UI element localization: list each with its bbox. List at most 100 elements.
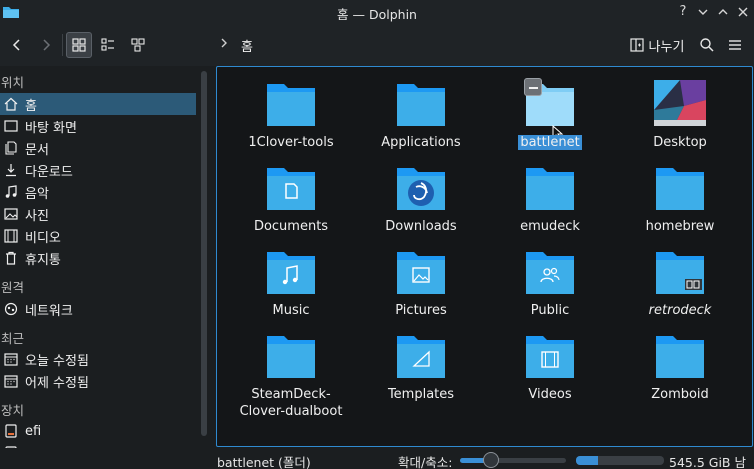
- file-name: Desktop: [653, 135, 707, 150]
- calendar-icon: [3, 373, 19, 389]
- desktop-thumbnail-icon: [654, 80, 706, 126]
- file-name: 1Clover-tools: [248, 135, 334, 150]
- minimize-icon[interactable]: [694, 3, 712, 21]
- disk-usage-fill: [576, 456, 598, 465]
- video-icon: [3, 228, 19, 244]
- selection-status: battlenet (폴더): [217, 455, 311, 469]
- section-places-title: 위치: [1, 75, 25, 90]
- file-name: Pictures: [395, 303, 447, 318]
- calendar-icon: [3, 351, 19, 367]
- sidebar-item-label: 다운로드: [25, 164, 73, 180]
- file-name: Videos: [528, 387, 572, 402]
- title-bar: 홈 — Dolphin ?: [0, 0, 754, 24]
- file-name: Music: [272, 303, 310, 318]
- sidebar-item-label: 바탕 화면: [25, 120, 77, 136]
- breadcrumb-chevron-icon[interactable]: [219, 36, 229, 54]
- sidebar-item-documents[interactable]: 문서: [0, 137, 196, 159]
- sidebar-item-label: 사진: [25, 208, 49, 224]
- sidebar-item-network[interactable]: 네트워크: [0, 298, 196, 320]
- file-name: Downloads: [385, 219, 457, 234]
- sidebar-item-label: 홈: [25, 98, 37, 114]
- details-view-icon: [131, 38, 145, 52]
- disk-usage-bar[interactable]: [576, 456, 664, 465]
- section-recent-title: 최근: [1, 331, 25, 346]
- sidebar-item-label: 네트워크: [25, 303, 73, 319]
- folder-icon: [656, 336, 704, 378]
- toolbar-separator: [62, 34, 63, 56]
- sidebar-item-desktop[interactable]: 바탕 화면: [0, 115, 196, 137]
- forward-button[interactable]: [34, 32, 58, 58]
- folder-downloads-icon: [397, 168, 445, 210]
- file-name: Public: [530, 303, 570, 318]
- sidebar-item-label: 비디오: [25, 230, 61, 246]
- network-icon: [3, 301, 19, 317]
- window-title: 홈 — Dolphin: [337, 7, 417, 22]
- folder-documents-icon: [267, 168, 315, 210]
- split-view-icon: [629, 38, 644, 52]
- file-name: SteamDeck- Clover-dualboot: [239, 387, 343, 419]
- folder-icon: [267, 336, 315, 378]
- search-button[interactable]: [695, 32, 719, 58]
- split-label: 나누기: [648, 39, 685, 55]
- zoom-slider[interactable]: [460, 452, 566, 468]
- file-name: homebrew: [645, 219, 715, 234]
- zoom-label: 확대/축소:: [398, 455, 453, 469]
- music-icon: [3, 184, 19, 200]
- toolbar: 홈 나누기: [0, 24, 754, 66]
- sidebar-item-videos[interactable]: 비디오: [0, 225, 196, 247]
- free-space-label: 545.5 GiB 남음: [669, 455, 746, 469]
- sidebar-item-modified-yesterday[interactable]: 어제 수정됨: [0, 370, 196, 392]
- file-name: battlenet: [518, 135, 582, 150]
- status-bar: battlenet (폴더) 확대/축소: 545.5 GiB 남음: [0, 448, 754, 469]
- hamburger-menu-icon: [729, 40, 741, 50]
- trash-icon: [3, 250, 19, 266]
- compact-view-button[interactable]: [96, 32, 120, 58]
- selection-toggle-icon[interactable]: [524, 78, 542, 96]
- folder-videos-icon: [526, 336, 574, 378]
- sidebar-item-label: 음악: [25, 186, 49, 202]
- file-name: Applications: [381, 135, 461, 150]
- drive-icon: [3, 423, 19, 439]
- file-view[interactable]: 1Clover-tools Applications battlenet Des…: [216, 66, 753, 447]
- file-name: retrodeck: [648, 303, 712, 318]
- sidebar-item-trash[interactable]: 휴지통: [0, 247, 196, 269]
- desktop-icon: [3, 118, 19, 134]
- icons-view-button[interactable]: [66, 32, 92, 58]
- menu-button[interactable]: [723, 32, 747, 58]
- sidebar-item-label: 오늘 수정됨: [25, 353, 89, 369]
- maximize-icon[interactable]: [714, 3, 732, 21]
- sidebar-item-modified-today[interactable]: 오늘 수정됨: [0, 348, 196, 370]
- section-remote-title: 원격: [1, 280, 25, 295]
- file-name: Documents: [253, 219, 329, 234]
- sidebar-item-pictures[interactable]: 사진: [0, 203, 196, 225]
- documents-icon: [3, 140, 19, 156]
- folder-icon: [397, 84, 445, 126]
- folder-music-icon: [267, 252, 315, 294]
- folder-templates-icon: [397, 336, 445, 378]
- sidebar-item-label: 휴지통: [25, 252, 61, 268]
- folder-icon: [656, 168, 704, 210]
- sidebar-item-label: 어제 수정됨: [25, 375, 89, 391]
- sidebar-item-efi[interactable]: efi: [0, 420, 196, 442]
- sidebar-item-downloads[interactable]: 다운로드: [0, 159, 196, 181]
- folder-public-icon: [526, 252, 574, 294]
- folder-icon: [526, 168, 574, 210]
- search-icon: [700, 38, 714, 52]
- back-button[interactable]: [4, 32, 30, 58]
- sidebar-item-music[interactable]: 음악: [0, 181, 196, 203]
- sidebar-item-home[interactable]: 홈: [0, 93, 196, 115]
- grid-view-icon: [72, 38, 86, 52]
- breadcrumb-home[interactable]: 홈: [241, 36, 253, 55]
- details-view-button[interactable]: [126, 32, 150, 58]
- folder-link-icon: [656, 252, 704, 294]
- close-icon[interactable]: [734, 3, 752, 21]
- folder-icon: [267, 84, 315, 126]
- sidebar-scrollbar[interactable]: [201, 71, 207, 436]
- pictures-icon: [3, 206, 19, 222]
- download-icon: [3, 162, 19, 178]
- help-icon[interactable]: ?: [674, 3, 692, 21]
- zoom-slider-handle[interactable]: [482, 452, 499, 468]
- file-name: Templates: [387, 387, 455, 402]
- split-button[interactable]: 나누기: [626, 32, 688, 58]
- sidebar-item-label: 문서: [25, 142, 49, 158]
